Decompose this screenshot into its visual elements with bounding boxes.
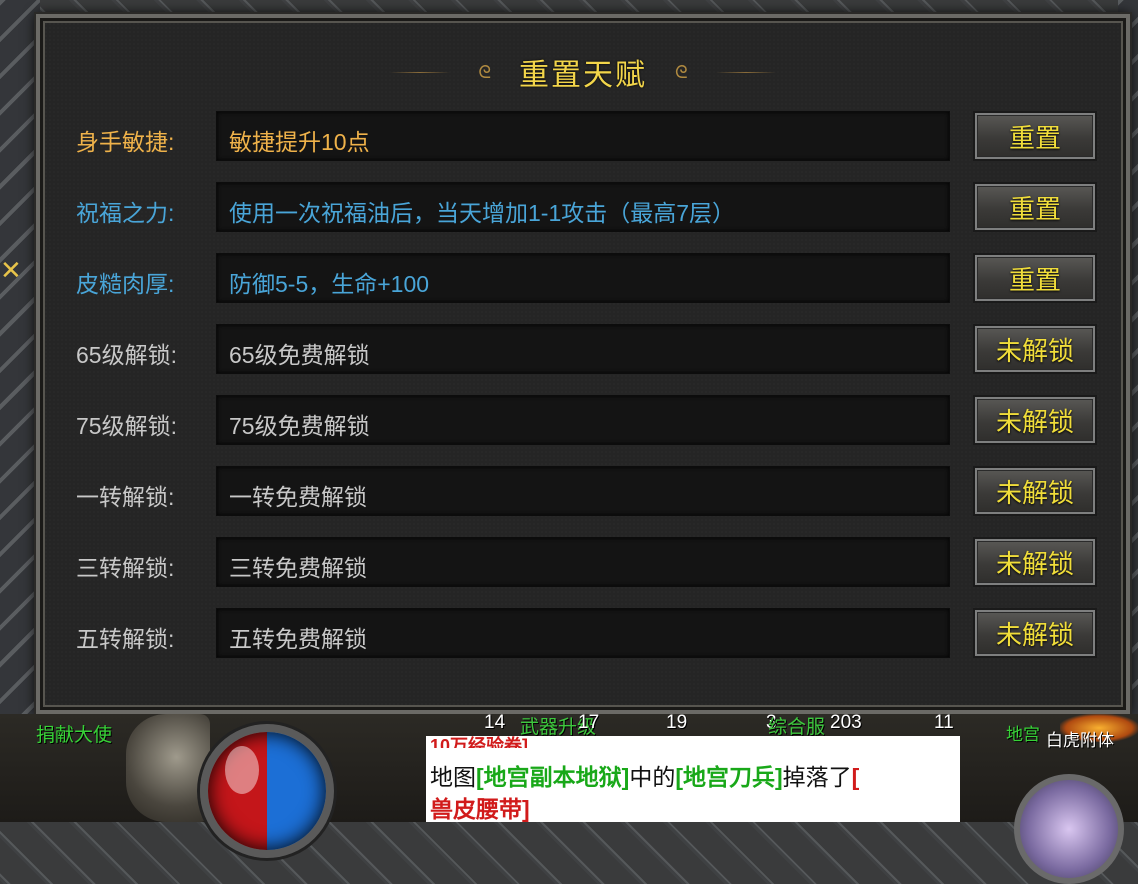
talent-label: 身手敏捷:: [76, 129, 175, 155]
talent-row: 祝福之力: 使用一次祝福油后，当天增加1-1攻击（最高7层） 重置: [40, 182, 1126, 234]
reset-button-label: 重置: [1008, 193, 1061, 224]
locked-button-label: 未解锁: [995, 335, 1074, 366]
orb-highlight: [225, 746, 259, 794]
item-link[interactable]: 兽皮腰带]: [430, 796, 530, 822]
talent-description-box: 一转免费解锁: [216, 466, 950, 516]
talent-description: 三转免费解锁: [229, 555, 367, 581]
chat-text: 掉落了: [782, 764, 852, 790]
stat-value: 17: [578, 712, 600, 733]
talent-description: 敏捷提升10点: [229, 129, 370, 155]
stat-value: 203: [830, 712, 862, 733]
talent-label: 五转解锁:: [76, 626, 175, 652]
talent-description-box: 三转免费解锁: [216, 537, 950, 587]
talent-label: 三转解锁:: [76, 555, 175, 581]
locked-button[interactable]: 未解锁: [973, 608, 1097, 658]
game-backdrop-left: [0, 0, 40, 822]
talent-label: 一转解锁:: [76, 484, 175, 510]
reset-talent-dialog: ᘓ 重置天赋 ᘓ 身手敏捷: 敏捷提升10点 重置 祝福之力: 使用一次祝福油后…: [34, 12, 1132, 716]
reset-button[interactable]: 重置: [973, 253, 1097, 303]
locked-button[interactable]: 未解锁: [973, 537, 1097, 587]
dialog-header: ᘓ 重置天赋 ᘓ: [40, 52, 1126, 93]
map-link[interactable]: [地宫副本地狱]: [476, 764, 629, 790]
drop-message-line-2: 兽皮腰带]: [430, 790, 530, 824]
reset-button-label: 重置: [1008, 264, 1061, 295]
talent-description-box: 65级免费解锁: [216, 324, 950, 374]
talent-description: 五转免费解锁: [229, 626, 367, 652]
ornament-right-icon: ᘓ: [675, 61, 688, 83]
stat-value: 11: [934, 712, 954, 733]
talent-label: 65级解锁:: [76, 342, 177, 368]
locked-button[interactable]: 未解锁: [973, 395, 1097, 445]
donation-envoy-label[interactable]: 捐献大使: [36, 720, 112, 747]
hud-stats: 14 武器升级 17 19 3 综合服 203 11: [480, 712, 970, 738]
talent-label: 皮糙肉厚:: [76, 271, 175, 297]
talent-row: 一转解锁: 一转免费解锁 未解锁: [40, 466, 1126, 518]
ornament-left-icon: ᘓ: [478, 61, 491, 83]
talent-row: 身手敏捷: 敏捷提升10点 重置: [40, 111, 1126, 163]
talent-description-box: 防御5-5，生命+100: [216, 253, 950, 303]
locked-button-label: 未解锁: [995, 548, 1074, 579]
talent-description: 使用一次祝福油后，当天增加1-1攻击（最高7层）: [229, 200, 736, 226]
reset-button[interactable]: 重置: [973, 182, 1097, 232]
white-tiger-buff-label: 白虎附体: [1046, 731, 1114, 750]
talent-label: 祝福之力:: [76, 200, 175, 226]
chat-text: 地图: [430, 764, 476, 790]
title-divider-left: [390, 71, 451, 73]
locked-button[interactable]: 未解锁: [973, 466, 1097, 516]
talent-row: 65级解锁: 65级免费解锁 未解锁: [40, 324, 1126, 376]
monster-link[interactable]: [地宫刀兵]: [675, 764, 782, 790]
locked-button[interactable]: 未解锁: [973, 324, 1097, 374]
talent-description: 防御5-5，生命+100: [229, 271, 430, 297]
chat-text: 中的: [629, 764, 676, 790]
reset-button-label: 重置: [1008, 122, 1061, 153]
talent-description: 75级免费解锁: [229, 413, 370, 439]
stat-label: 综合服: [768, 717, 826, 738]
minimap-icon[interactable]: [1014, 774, 1124, 884]
system-message-box: 10万经验卷] 地图[地宫副本地狱]中的[地宫刀兵]掉落了[ 兽皮腰带]: [426, 736, 960, 822]
drop-message-line: 地图[地宫副本地狱]中的[地宫刀兵]掉落了[: [430, 758, 859, 792]
bottom-hud: 捐献大使 14 武器升级 17 19 3 综合服 203 11 10万经验卷] …: [0, 712, 1138, 884]
talent-description-box: 使用一次祝福油后，当天增加1-1攻击（最高7层）: [216, 182, 950, 232]
title-divider-right: [715, 71, 776, 73]
talent-row: 三转解锁: 三转免费解锁 未解锁: [40, 537, 1126, 589]
reset-button[interactable]: 重置: [973, 111, 1097, 161]
chat-overflow-line: 10万经验卷]: [430, 736, 529, 748]
item-bracket: [: [851, 764, 860, 790]
talent-description-box: 五转免费解锁: [216, 608, 950, 658]
dialog-title: 重置天赋: [519, 58, 647, 93]
talent-description-box: 75级免费解锁: [216, 395, 950, 445]
locked-button-label: 未解锁: [995, 619, 1074, 650]
stat-value: 19: [666, 712, 688, 733]
hp-mp-orb: [200, 724, 334, 858]
talent-row: 75级解锁: 75级免费解锁 未解锁: [40, 395, 1126, 447]
talent-row: 五转解锁: 五转免费解锁 未解锁: [40, 608, 1126, 660]
talent-label: 75级解锁:: [76, 413, 177, 439]
talent-description: 65级免费解锁: [229, 342, 370, 368]
talent-description: 一转免费解锁: [229, 484, 367, 510]
locked-button-label: 未解锁: [995, 406, 1074, 437]
dragon-ornament-icon: [126, 714, 210, 822]
crossed-swords-icon: ✕: [0, 256, 22, 286]
talent-row: 皮糙肉厚: 防御5-5，生命+100 重置: [40, 253, 1126, 305]
locked-button-label: 未解锁: [995, 477, 1074, 508]
stat-value: 14: [484, 712, 506, 733]
underground-palace-label[interactable]: 地宫: [1006, 720, 1040, 745]
talent-description-box: 敏捷提升10点: [216, 111, 950, 161]
